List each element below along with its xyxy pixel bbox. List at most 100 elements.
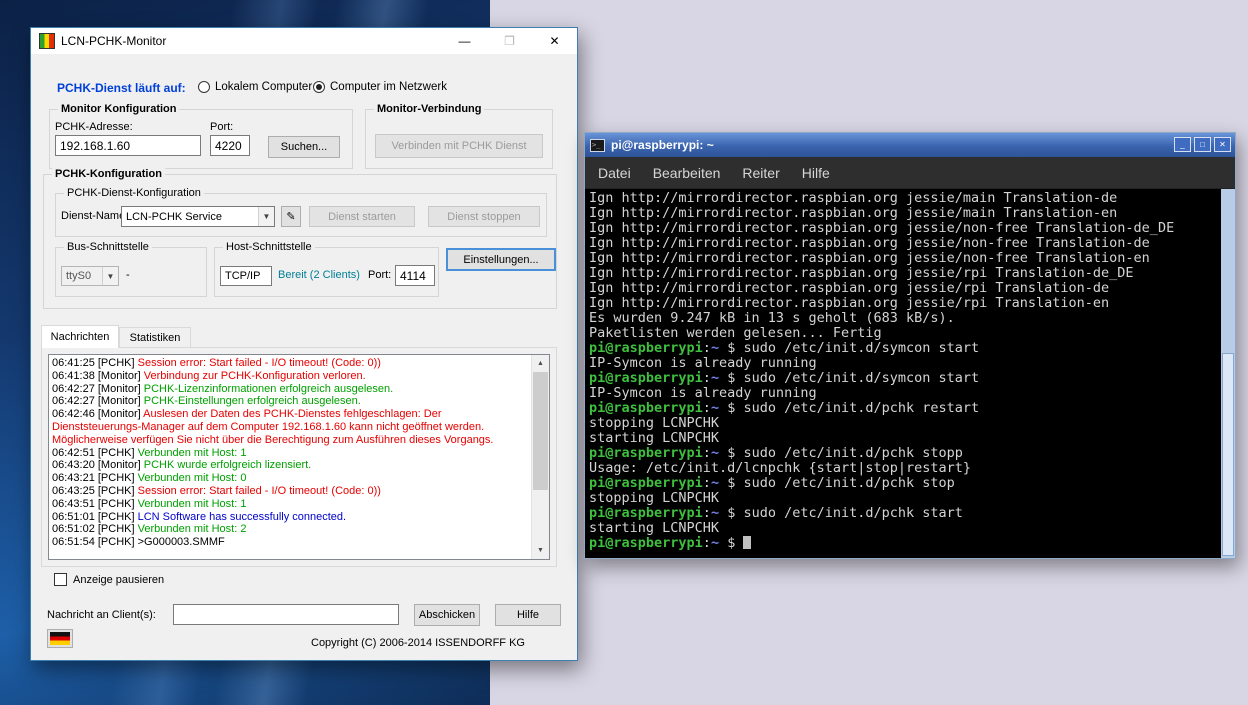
- log-entry-message: PCHK-Einstellungen erfolgreich ausgelese…: [144, 395, 361, 407]
- menu-item-datei[interactable]: Datei: [598, 165, 631, 181]
- menu-item-bearbeiten[interactable]: Bearbeiten: [653, 165, 721, 181]
- close-button[interactable]: ✕: [532, 28, 577, 54]
- terminal-scrollbar-thumb[interactable]: [1222, 353, 1234, 556]
- prompt-path: ~: [711, 475, 719, 491]
- terminal-output-line: starting LCNPCHK: [589, 521, 1219, 536]
- prompt-symbol: $: [719, 370, 743, 386]
- log-entry: 06:51:02 [PCHK] Verbunden mit Host: 2: [52, 523, 529, 536]
- prompt-symbol: $: [719, 400, 743, 416]
- terminal-screen[interactable]: Ign http://mirrordirector.raspbian.org j…: [585, 189, 1235, 558]
- log-entry-timestamp: 06:43:21 [PCHK]: [52, 472, 138, 484]
- service-config-group: PCHK-Dienst-Konfiguration Dienst-Name: L…: [55, 193, 547, 237]
- pchk-address-label: PCHK-Adresse:: [55, 121, 133, 133]
- terminal-output-line: Ign http://mirrordirector.raspbian.org j…: [589, 191, 1219, 206]
- close-icon: ✕: [549, 34, 559, 48]
- terminal-prompt-line: pi@raspberrypi:~ $ sudo /etc/init.d/pchk…: [589, 401, 1219, 416]
- search-button[interactable]: Suchen...: [268, 136, 340, 158]
- host-interface-combobox[interactable]: TCP/IP: [220, 266, 272, 286]
- terminal-output-line: Ign http://mirrordirector.raspbian.org j…: [589, 221, 1219, 236]
- log-entry-timestamp: 06:42:27 [Monitor]: [52, 395, 144, 407]
- service-start-button[interactable]: Dienst starten: [309, 206, 415, 227]
- tab-nachrichten[interactable]: Nachrichten: [41, 325, 119, 348]
- log-entry-message: Session error: Start failed - I/O timeou…: [138, 357, 381, 369]
- terminal-prompt-line: pi@raspberrypi:~ $ sudo /etc/init.d/symc…: [589, 371, 1219, 386]
- minimize-button[interactable]: —: [442, 28, 487, 54]
- radio-circle-icon: [198, 81, 210, 93]
- log-entry-message: Verbunden mit Host: 0: [138, 472, 247, 484]
- bus-interface-suffix: -: [126, 269, 130, 281]
- terminal-output-line: Ign http://mirrordirector.raspbian.org j…: [589, 236, 1219, 251]
- terminal-prompt-line: pi@raspberrypi:~ $ sudo /etc/init.d/symc…: [589, 341, 1219, 356]
- terminal-output-line: Ign http://mirrordirector.raspbian.org j…: [589, 251, 1219, 266]
- maximize-button[interactable]: ❐: [487, 28, 532, 54]
- connect-pchk-button[interactable]: Verbinden mit PCHK Dienst: [375, 134, 543, 158]
- pause-checkbox[interactable]: [54, 573, 67, 586]
- log-entry-message: PCHK-Lizenzinformationen erfolgreich aus…: [144, 383, 393, 395]
- scrollbar-thumb[interactable]: [533, 372, 548, 490]
- log-entry-timestamp: 06:51:54 [PCHK]: [52, 536, 138, 548]
- terminal-cursor: [743, 536, 751, 549]
- terminal-window: >_ pi@raspberrypi: ~ _ □ ✕ Datei Bearbeit…: [584, 132, 1236, 559]
- service-name-combobox[interactable]: LCN-PCHK Service ▼: [121, 206, 275, 227]
- lcn-titlebar[interactable]: LCN-PCHK-Monitor — ❐ ✕: [31, 28, 577, 54]
- settings-button[interactable]: Einstellungen...: [446, 248, 556, 271]
- prompt-separator: :: [703, 445, 711, 461]
- refresh-service-button[interactable]: ✎: [281, 206, 301, 227]
- prompt-path: ~: [711, 445, 719, 461]
- log-entry-timestamp: 06:43:25 [PCHK]: [52, 485, 138, 497]
- bus-interface-value: ttyS0: [66, 270, 91, 282]
- log-entry-timestamp: 06:51:01 [PCHK]: [52, 511, 138, 523]
- terminal-menubar: Datei Bearbeiten Reiter Hilfe: [585, 157, 1235, 189]
- messages-tab-panel: 06:41:25 [PCHK] Session error: Start fai…: [41, 347, 557, 567]
- tab-statistiken[interactable]: Statistiken: [119, 327, 191, 348]
- prompt-user: pi@raspberrypi: [589, 445, 703, 461]
- prompt-command: sudo /etc/init.d/pchk start: [743, 505, 962, 521]
- terminal-output-line: Ign http://mirrordirector.raspbian.org j…: [589, 266, 1219, 281]
- log-scrollbar[interactable]: ▲ ▼: [531, 355, 549, 559]
- radio-network-computer[interactable]: Computer im Netzwerk: [313, 81, 447, 93]
- log-entry-timestamp: 06:42:51 [PCHK]: [52, 447, 138, 459]
- client-message-label: Nachricht an Client(s):: [47, 609, 156, 621]
- host-interface-title: Host-Schnittstelle: [223, 241, 315, 253]
- menu-item-hilfe[interactable]: Hilfe: [802, 165, 830, 181]
- log-entry-message: Verbunden mit Host: 1: [138, 447, 247, 459]
- bus-interface-combobox[interactable]: ttyS0 ▼: [61, 266, 119, 286]
- monitor-port-input[interactable]: [210, 135, 250, 156]
- send-button[interactable]: Abschicken: [414, 604, 480, 626]
- terminal-scrollbar[interactable]: [1221, 189, 1235, 558]
- radio-local-computer[interactable]: Lokalem Computer: [198, 81, 312, 93]
- client-message-input[interactable]: [173, 604, 399, 625]
- log-entry: 06:42:27 [Monitor] PCHK-Lizenzinformatio…: [52, 383, 529, 396]
- menu-item-reiter[interactable]: Reiter: [742, 165, 779, 181]
- log-entry-timestamp: 06:42:27 [Monitor]: [52, 383, 144, 395]
- log-entry: 06:43:20 [Monitor] PCHK wurde erfolgreic…: [52, 459, 529, 472]
- lcn-app-icon: [39, 33, 55, 49]
- help-button[interactable]: Hilfe: [495, 604, 561, 626]
- monitor-port-label: Port:: [210, 121, 233, 133]
- terminal-output-line: stopping LCNPCHK: [589, 491, 1219, 506]
- scroll-down-icon[interactable]: ▼: [532, 542, 549, 559]
- log-entry-timestamp: 06:43:51 [PCHK]: [52, 498, 138, 510]
- prompt-user: pi@raspberrypi: [589, 535, 703, 551]
- language-button[interactable]: [47, 629, 73, 648]
- terminal-close-button[interactable]: ✕: [1214, 137, 1231, 152]
- terminal-output-line: Ign http://mirrordirector.raspbian.org j…: [589, 296, 1219, 311]
- service-stop-button[interactable]: Dienst stoppen: [428, 206, 540, 227]
- host-port-input[interactable]: [395, 265, 435, 286]
- pchk-address-input[interactable]: [55, 135, 201, 156]
- prompt-symbol: $: [719, 340, 743, 356]
- terminal-titlebar[interactable]: >_ pi@raspberrypi: ~ _ □ ✕: [585, 133, 1235, 157]
- prompt-path: ~: [711, 340, 719, 356]
- terminal-prompt-line: pi@raspberrypi:~ $ sudo /etc/init.d/pchk…: [589, 506, 1219, 521]
- terminal-minimize-button[interactable]: _: [1174, 137, 1191, 152]
- terminal-app-icon: >_: [590, 139, 605, 152]
- scroll-up-icon[interactable]: ▲: [532, 355, 549, 372]
- pchk-config-title: PCHK-Konfiguration: [52, 168, 165, 180]
- prompt-separator: :: [703, 535, 711, 551]
- terminal-caption-buttons: _ □ ✕: [1174, 137, 1231, 152]
- log-entry-timestamp: 06:42:46 [Monitor]: [52, 408, 143, 420]
- terminal-maximize-button[interactable]: □: [1194, 137, 1211, 152]
- host-status-text: Bereit (2 Clients): [278, 269, 360, 281]
- terminal-output-line: Es wurden 9.247 kB in 13 s geholt (683 k…: [589, 311, 1219, 326]
- terminal-output-line: Ign http://mirrordirector.raspbian.org j…: [589, 206, 1219, 221]
